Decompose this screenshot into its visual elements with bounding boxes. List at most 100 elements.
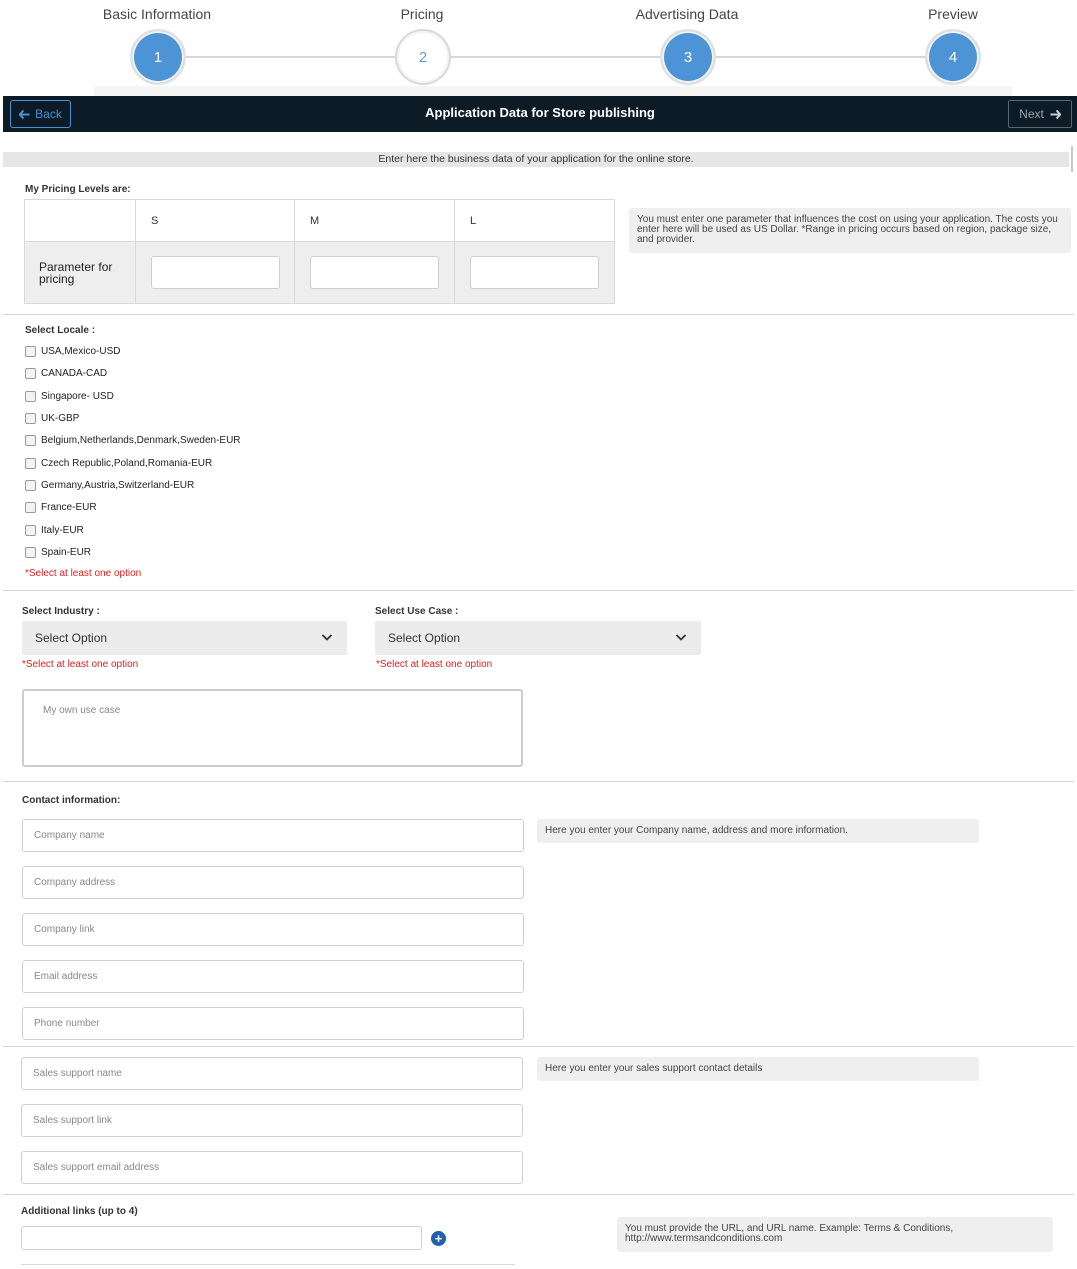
use-case-error: *Select at least one option [376,659,493,670]
locale-option[interactable]: Italy-EUR [25,525,84,536]
page-title: Application Data for Store publishing [425,105,655,120]
locale-error: *Select at least one option [25,568,142,579]
step-2-circle[interactable]: 2 [395,29,451,85]
stepper-track-bg [94,86,1012,96]
checkbox[interactable] [25,435,36,446]
locale-option[interactable]: Germany,Austria,Switzerland-EUR [25,480,194,491]
divider [21,1264,515,1265]
locale-option-label: USA,Mexico-USD [41,346,121,357]
field-placeholder: Company address [34,877,116,888]
sales-support-email-field[interactable]: Sales support email address [21,1151,523,1184]
field-placeholder: Sales support name [33,1068,122,1079]
own-use-case-placeholder: My own use case [43,705,121,716]
divider [3,314,1074,315]
locale-option[interactable]: UK-GBP [25,413,79,424]
stepper-connector [451,56,661,58]
step-4-circle[interactable]: 4 [925,29,981,85]
use-case-select[interactable]: Select Option [375,621,701,655]
locale-option[interactable]: Spain-EUR [25,547,91,558]
step-1-circle[interactable]: 1 [130,29,186,85]
stepper-connector [185,56,395,58]
company-link-field[interactable]: Company link [22,913,524,946]
checkbox[interactable] [25,413,36,424]
checkbox[interactable] [25,458,36,469]
contact-label: Contact information: [22,795,121,806]
arrow-right-icon [1050,109,1061,119]
pricing-cell-l [454,241,615,304]
pricing-input-s[interactable] [151,256,280,289]
step-label-pricing: Pricing [400,6,444,22]
field-placeholder: Phone number [34,1018,100,1029]
step-label-advertising-data: Advertising Data [635,6,739,22]
company-name-field[interactable]: Company name [22,819,524,852]
divider [3,781,1074,782]
chevron-down-icon [675,634,687,641]
checkbox[interactable] [25,547,36,558]
divider [3,1046,1074,1047]
add-link-plus-icon[interactable]: + [431,1231,446,1246]
company-address-field[interactable]: Company address [22,866,524,899]
pricing-table-corner [24,199,136,242]
checkbox[interactable] [25,480,36,491]
checkbox[interactable] [25,368,36,379]
step-3-circle[interactable]: 3 [660,29,716,85]
locale-option[interactable]: Singapore- USD [25,391,114,402]
locale-option-label: France-EUR [41,502,97,513]
checkbox[interactable] [25,525,36,536]
locale-option[interactable]: France-EUR [25,502,97,513]
checkbox[interactable] [25,502,36,513]
field-placeholder: Email address [34,971,98,982]
locale-option[interactable]: Czech Republic,Poland,Romania-EUR [25,458,212,469]
use-case-select-value: Select Option [388,631,461,645]
pricing-column-s: S [135,199,295,242]
additional-links-label: Additional links (up to 4) [21,1206,138,1217]
pricing-cell-m [294,241,455,304]
locale-option-label: CANADA-CAD [41,368,108,379]
next-button-label: Next [1019,107,1044,121]
locale-option-label: Belgium,Netherlands,Denmark,Sweden-EUR [41,435,241,446]
use-case-label: Select Use Case : [375,606,459,617]
toolbar: Back Application Data for Store publishi… [3,96,1077,132]
sales-support-link-field[interactable]: Sales support link [21,1104,523,1137]
sales-support-name-field[interactable]: Sales support name [21,1057,523,1090]
divider [3,590,1074,591]
locale-option-label: Singapore- USD [41,391,114,402]
checkbox[interactable] [25,391,36,402]
sales-note: Here you enter your sales support contac… [537,1057,979,1081]
links-note: You must provide the URL, and URL name. … [617,1217,1053,1252]
locale-option-label: UK-GBP [41,413,80,424]
pricing-row-label: Parameter for pricing [24,241,136,304]
additional-link-input[interactable] [21,1226,422,1250]
intro-text: Enter here the business data of your app… [3,152,1069,167]
locale-option-label: Spain-EUR [41,547,92,558]
field-placeholder: Company link [34,924,95,935]
own-use-case-textarea[interactable]: My own use case [22,689,523,767]
field-placeholder: Company name [34,830,105,841]
industry-error: *Select at least one option [22,659,139,670]
phone-field[interactable]: Phone number [22,1007,524,1040]
pricing-input-m[interactable] [310,256,439,289]
contact-note: Here you enter your Company name, addres… [537,819,979,843]
checkbox[interactable] [25,346,36,357]
step-label-preview: Preview [928,6,978,22]
locale-option[interactable]: Belgium,Netherlands,Denmark,Sweden-EUR [25,435,241,446]
divider [3,1194,1074,1195]
step-label-basic-information: Basic Information [102,6,212,22]
locale-option[interactable]: CANADA-CAD [25,368,107,379]
locale-option-label: Italy-EUR [41,525,84,536]
scrollbar[interactable] [1071,146,1073,172]
next-button[interactable]: Next [1008,100,1072,128]
stepper-connector [716,56,926,58]
pricing-input-l[interactable] [470,256,599,289]
email-field[interactable]: Email address [22,960,524,993]
pricing-column-l: L [454,199,615,242]
industry-select[interactable]: Select Option [22,621,347,655]
field-placeholder: Sales support link [33,1115,112,1126]
industry-label: Select Industry : [22,606,100,617]
locale-option[interactable]: USA,Mexico-USD [25,346,120,357]
pricing-cell-s [135,241,295,304]
industry-select-value: Select Option [35,631,108,645]
pricing-note: You must enter one parameter that influe… [629,208,1071,253]
locale-option-label: Germany,Austria,Switzerland-EUR [41,480,195,491]
pricing-levels-label: My Pricing Levels are: [25,184,131,195]
